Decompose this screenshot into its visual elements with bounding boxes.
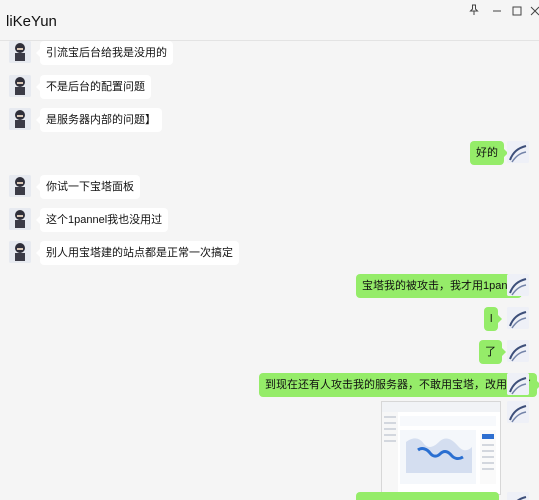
avatar[interactable] [9, 108, 31, 130]
avatar[interactable] [507, 492, 529, 500]
avatar[interactable] [507, 401, 529, 423]
avatar[interactable] [9, 208, 31, 230]
avatar[interactable] [507, 373, 529, 395]
message-bubble[interactable]: 到现在还有人攻击我的服务器，不敢用宝塔，改用1P了 [259, 373, 539, 397]
close-icon[interactable] [526, 4, 539, 21]
avatar[interactable] [9, 75, 31, 97]
avatar[interactable] [507, 307, 529, 329]
message-bubble[interactable]: l [484, 307, 504, 331]
avatar[interactable] [9, 175, 31, 197]
message-bubble[interactable]: 了 [479, 340, 506, 364]
chat-panel: 引流宝后台给我是没用的 不是后台的配置问题 是服务器内部的问题】 好的 你试一下… [0, 41, 539, 500]
avatar[interactable] [507, 340, 529, 362]
title-bar: liKeYun [0, 0, 539, 41]
avatar[interactable] [9, 41, 31, 63]
window-title: liKeYun [6, 13, 57, 30]
maximize-icon[interactable] [508, 4, 526, 21]
avatar[interactable] [507, 274, 529, 296]
message-bubble[interactable]: 这个1pannel我也没用过 [35, 208, 169, 232]
message-bubble[interactable]: 别人用宝塔建的站点都是正常一次搞定 [36, 241, 239, 265]
pin-icon[interactable] [465, 3, 483, 20]
message-bubble[interactable] [356, 492, 499, 500]
message-bubble[interactable]: 不是后台的配置问题 [36, 75, 151, 99]
message-bubble[interactable]: 是服务器内部的问题】 [36, 108, 162, 132]
message-bubble[interactable]: 宝塔我的被攻击，我才用1panel [356, 274, 527, 298]
message-bubble[interactable]: 引流宝后台给我是没用的 [36, 41, 173, 65]
image-message[interactable] [381, 401, 501, 495]
dashboard-thumbnail-icon [382, 402, 500, 494]
avatar[interactable] [507, 141, 529, 163]
message-bubble[interactable]: 好的 [470, 141, 508, 165]
minimize-icon[interactable] [488, 4, 506, 21]
avatar[interactable] [9, 241, 31, 263]
message-bubble[interactable]: 你试一下宝塔面板 [36, 175, 140, 199]
